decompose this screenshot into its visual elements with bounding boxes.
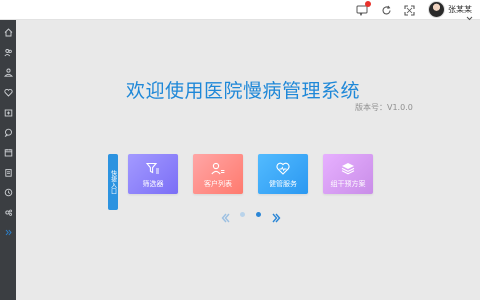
calendar-icon	[4, 148, 12, 156]
top-bar: 张某某	[0, 0, 480, 21]
welcome-title: 欢迎使用医院慢病管理系统	[126, 80, 361, 102]
sidebar-expand[interactable]	[0, 224, 16, 240]
heart-service-icon	[276, 161, 290, 175]
settings-icon	[4, 209, 12, 216]
notification-badge	[365, 1, 371, 7]
hospital-icon	[4, 109, 12, 116]
chat-icon	[4, 128, 12, 137]
page-dot-2[interactable]	[256, 212, 261, 217]
version-label: 版本号：V1.0.0	[355, 103, 413, 112]
fullscreen-icon[interactable]	[402, 3, 416, 17]
heart-monitor-icon	[3, 88, 13, 97]
refresh-icon[interactable]	[379, 3, 393, 17]
clock-icon	[4, 188, 12, 196]
prev-page-icon[interactable]	[221, 208, 230, 223]
card-health-service[interactable]: 健管服务	[258, 154, 308, 194]
sidebar-item-groups[interactable]	[0, 64, 16, 80]
sidebar-item-hospital[interactable]	[0, 104, 16, 120]
sidebar-item-home[interactable]	[0, 24, 16, 40]
user-list-icon	[211, 161, 225, 175]
card-customer-list-label: 客户列表	[204, 180, 232, 188]
next-page-icon[interactable]	[272, 208, 281, 223]
user-group-icon	[3, 68, 13, 77]
card-filter[interactable]: 筛选器	[128, 154, 178, 194]
card-health-service-label: 健管服务	[269, 180, 297, 188]
message-icon[interactable]	[355, 1, 371, 17]
page-dot-1[interactable]	[240, 212, 245, 217]
card-intervention-plan-label: 组干预方案	[330, 180, 366, 188]
main-content: 欢迎使用医院慢病管理系统 版本号：V1.0.0 快捷入口 筛选器 客户列表 健管…	[16, 20, 480, 300]
clipboard-icon	[4, 168, 12, 177]
avatar[interactable]	[428, 1, 445, 18]
card-customer-list[interactable]: 客户列表	[193, 154, 243, 194]
sidebar-item-records[interactable]	[0, 164, 16, 180]
card-filter-label: 筛选器	[142, 180, 164, 188]
filter-icon	[146, 161, 160, 175]
quick-entry-tab[interactable]: 快捷入口	[108, 154, 118, 210]
card-intervention-plan[interactable]: 组干预方案	[323, 154, 373, 194]
sidebar-item-settings[interactable]	[0, 204, 16, 220]
layers-icon	[341, 161, 355, 175]
sidebar-item-users[interactable]	[0, 44, 16, 60]
sidebar-item-chat[interactable]	[0, 124, 16, 140]
users-icon	[3, 48, 12, 56]
sidebar-item-calendar[interactable]	[0, 144, 16, 160]
sidebar-item-monitor[interactable]	[0, 84, 16, 100]
chevrons-right-icon	[5, 229, 12, 235]
home-icon	[4, 27, 12, 36]
sidebar	[0, 20, 16, 300]
sidebar-item-history[interactable]	[0, 184, 16, 200]
